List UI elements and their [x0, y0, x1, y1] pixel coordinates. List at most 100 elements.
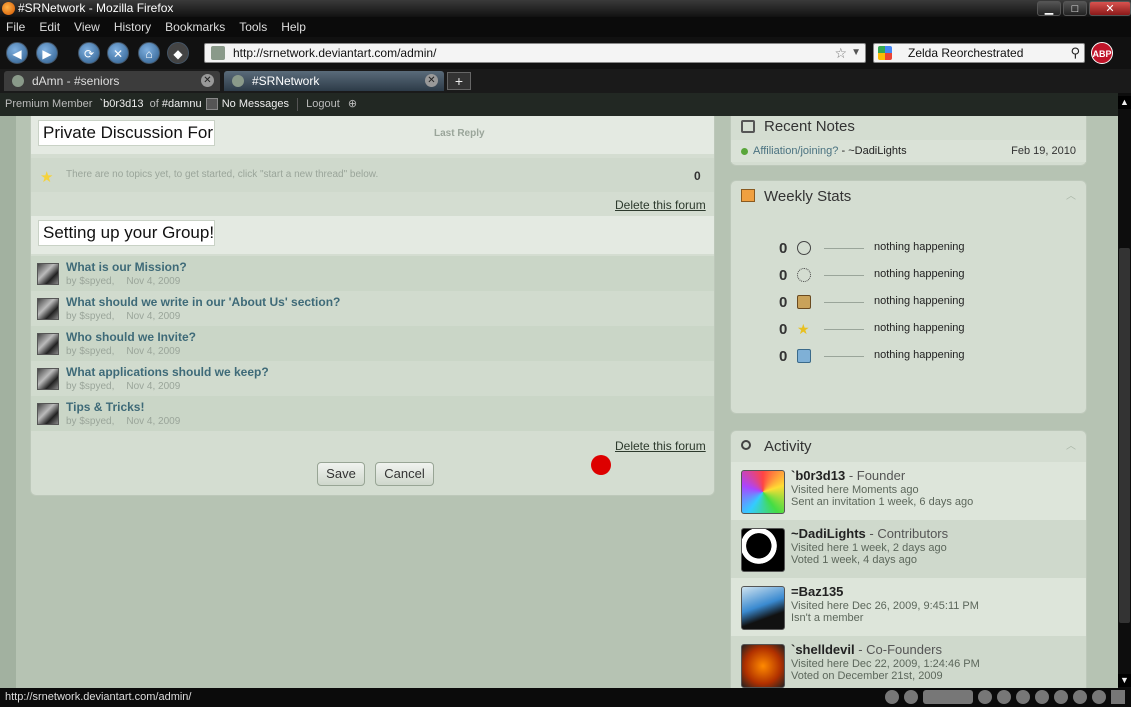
delete-forum-link[interactable]: Delete this forum: [615, 198, 706, 212]
adblock-plus-icon[interactable]: ABP: [1091, 42, 1113, 64]
search-bar[interactable]: Zelda Reorchestrated ⚲: [873, 43, 1085, 63]
group-link[interactable]: #damnu: [162, 98, 202, 110]
member-name[interactable]: =Baz135: [791, 584, 843, 599]
member-role: - Founder: [845, 468, 906, 483]
member-name[interactable]: `b0r3d13 - Founder: [791, 468, 905, 483]
username-link[interactable]: `b0r3d13: [99, 98, 143, 110]
cancel-button[interactable]: Cancel: [375, 462, 434, 486]
stat-row: 0 nothing happening: [731, 346, 1086, 366]
menu-edit[interactable]: Edit: [39, 20, 60, 34]
menu-help[interactable]: Help: [281, 20, 306, 34]
menu-file[interactable]: File: [6, 20, 25, 34]
thread-title-link[interactable]: Tips & Tricks!: [66, 400, 144, 414]
note-sender[interactable]: ~DadiLights: [848, 145, 906, 157]
thread-title-link[interactable]: What applications should we keep?: [66, 365, 269, 379]
menu-history[interactable]: History: [114, 20, 151, 34]
member-username[interactable]: ~DadiLights: [791, 526, 866, 541]
menu-tools[interactable]: Tools: [239, 20, 267, 34]
addon-icon[interactable]: [1016, 690, 1030, 704]
member-row[interactable]: =Baz135 Visited here Dec 26, 2009, 9:45:…: [731, 578, 1086, 636]
vertical-scrollbar[interactable]: ▲ ▼: [1118, 93, 1131, 688]
stat-line: [824, 275, 864, 276]
scroll-up-icon[interactable]: ▲: [1118, 96, 1131, 109]
thread-title-link[interactable]: What is our Mission?: [66, 260, 187, 274]
thread-row[interactable]: What should we write in our 'About Us' s…: [31, 291, 714, 326]
tab-close-icon[interactable]: ✕: [201, 74, 214, 87]
collapse-icon[interactable]: ︿: [1066, 431, 1076, 462]
google-icon[interactable]: [878, 46, 892, 60]
media-controls-icon[interactable]: [923, 690, 973, 704]
maximize-icon[interactable]: □: [1063, 1, 1087, 16]
thread-title-link[interactable]: What should we write in our 'About Us' s…: [66, 295, 340, 309]
close-window-icon[interactable]: ✕: [1089, 1, 1131, 16]
thread-row[interactable]: What applications should we keep? by $sp…: [31, 361, 714, 396]
resize-grip-icon[interactable]: [1111, 690, 1125, 704]
thread-row[interactable]: Who should we Invite? by $spyed, Nov 4, 2…: [31, 326, 714, 361]
addon-icon[interactable]: [1054, 690, 1068, 704]
minimize-icon[interactable]: ▁: [1037, 1, 1061, 16]
forums-panel: Private Discussion Foru Last Reply ★ The…: [30, 116, 715, 496]
save-button[interactable]: Save: [317, 462, 365, 486]
of-label: of: [149, 98, 159, 110]
back-icon[interactable]: ◀: [6, 42, 28, 64]
stat-value: 0: [779, 321, 788, 338]
addon-icon[interactable]: [904, 690, 918, 704]
stop-icon[interactable]: ✕: [107, 42, 129, 64]
addon-icon[interactable]: [997, 690, 1011, 704]
avatar[interactable]: [741, 644, 785, 688]
new-tab-button[interactable]: +: [447, 72, 471, 90]
avatar[interactable]: [741, 586, 785, 630]
menu-bookmarks[interactable]: Bookmarks: [165, 20, 225, 34]
home-icon[interactable]: ⌂: [138, 42, 160, 64]
forum-title-input[interactable]: Private Discussion Foru: [38, 120, 215, 146]
delete-forum-link[interactable]: Delete this forum: [615, 439, 706, 453]
logout-link[interactable]: Logout: [306, 98, 340, 110]
membership-label: Premium Member: [5, 98, 93, 110]
member-row[interactable]: `shelldevil - Co-Founders Visited here D…: [731, 636, 1086, 688]
member-row[interactable]: ~DadiLights - Contributors Visited here …: [731, 520, 1086, 578]
stat-value: 0: [779, 348, 788, 365]
settings-icon[interactable]: ⊕: [348, 98, 357, 110]
star-icon: ★: [40, 169, 54, 186]
member-username[interactable]: =Baz135: [791, 584, 843, 599]
shield-icon[interactable]: ◆: [167, 42, 189, 64]
member-row[interactable]: `b0r3d13 - Founder Visited here Moments …: [731, 462, 1086, 520]
tab-favicon-icon: [12, 75, 24, 87]
scroll-down-icon[interactable]: ▼: [1118, 674, 1131, 687]
window-controls: ▁ □ ✕: [1035, 0, 1131, 17]
url-dropdown-icon[interactable]: ▼: [851, 44, 861, 62]
tab-srnetwork[interactable]: #SRNetwork ✕: [224, 71, 444, 91]
addon-icon[interactable]: [885, 690, 899, 704]
tab-close-icon[interactable]: ✕: [425, 74, 438, 87]
bookmark-star-icon[interactable]: ☆: [834, 44, 847, 62]
reload-icon[interactable]: ⟳: [78, 42, 100, 64]
avatar[interactable]: [741, 470, 785, 514]
menu-view[interactable]: View: [74, 20, 100, 34]
forward-icon[interactable]: ▶: [36, 42, 58, 64]
forum-title-input[interactable]: Setting up your Group!: [38, 220, 215, 246]
addon-icon[interactable]: [978, 690, 992, 704]
member-username[interactable]: `b0r3d13: [791, 468, 845, 483]
search-icon[interactable]: ⚲: [1070, 44, 1080, 62]
addon-icon[interactable]: [1092, 690, 1106, 704]
thread-row[interactable]: Tips & Tricks! by $spyed, Nov 4, 2009: [31, 396, 714, 431]
avatar[interactable]: [741, 528, 785, 572]
group-dropdown-icon[interactable]: [205, 98, 218, 111]
note-item[interactable]: Affiliation/joining? - ~DadiLights Feb 1…: [731, 140, 1086, 162]
stat-value: 0: [779, 267, 788, 284]
scroll-thumb[interactable]: [1119, 248, 1130, 623]
search-input[interactable]: Zelda Reorchestrated: [908, 46, 1023, 60]
messages-link[interactable]: No Messages: [222, 98, 289, 110]
stat-text: nothing happening: [874, 268, 965, 280]
note-subject-link[interactable]: Affiliation/joining?: [753, 145, 838, 157]
tab-damn-seniors[interactable]: dAmn - #seniors ✕: [4, 71, 220, 91]
addon-icon[interactable]: [1035, 690, 1049, 704]
thread-row[interactable]: What is our Mission? by $spyed, Nov 4, 20…: [31, 256, 714, 291]
member-username[interactable]: `shelldevil: [791, 642, 855, 657]
thread-title-link[interactable]: Who should we Invite?: [66, 330, 196, 344]
url-bar[interactable]: http://srnetwork.deviantart.com/admin/ ☆…: [204, 43, 866, 63]
member-name[interactable]: `shelldevil - Co-Founders: [791, 642, 942, 657]
addon-icon[interactable]: [1073, 690, 1087, 704]
member-name[interactable]: ~DadiLights - Contributors: [791, 526, 948, 541]
collapse-icon[interactable]: ︿: [1066, 181, 1076, 212]
